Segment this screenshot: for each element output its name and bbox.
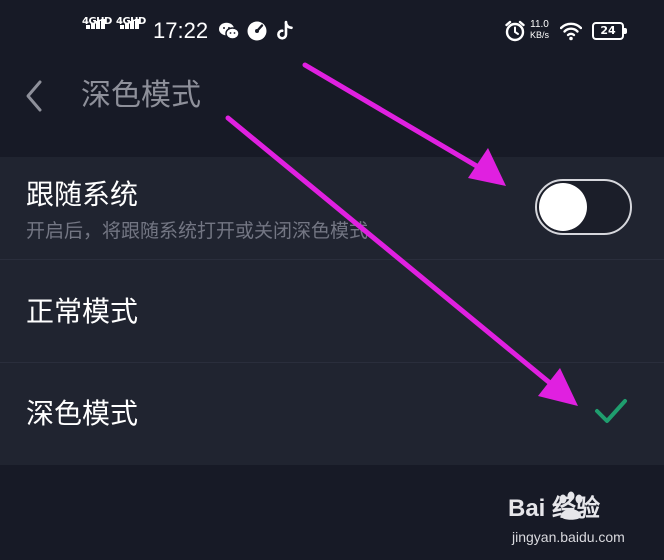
network-speed-value: 11.0 <box>530 19 549 30</box>
baidu-jingyan-watermark: Bai 经验 jingyan.baidu.com <box>508 490 658 554</box>
network-speed-unit: KB/s <box>530 30 550 40</box>
chevron-left-icon[interactable] <box>14 74 58 118</box>
follow-system-title: 跟随系统 <box>26 178 139 211</box>
page-title: 深色模式 <box>81 78 201 113</box>
watermark-url: jingyan.baidu.com <box>512 529 625 545</box>
option-label: 正常模式 <box>26 295 139 328</box>
speedometer-icon <box>247 21 267 41</box>
signal-icon: 4GHD <box>116 17 146 43</box>
title-bar: 深色模式 <box>0 62 664 132</box>
wechat-icon <box>219 22 240 40</box>
alarm-icon <box>505 20 525 42</box>
battery-level: 24 <box>600 24 616 37</box>
status-time: 17:22 <box>153 18 209 43</box>
follow-system-toggle[interactable] <box>535 179 632 235</box>
option-normal-mode[interactable]: 正常模式 <box>0 260 664 362</box>
watermark-brand: Bai 经验 <box>508 495 601 522</box>
option-dark-mode[interactable]: 深色模式 <box>0 363 664 465</box>
network-speed: 11.0 KB/s <box>530 19 549 41</box>
status-bar: 4GHD 4GHD 17:22 11.0 KB/s <box>0 0 664 62</box>
signal-icon: 4GHD <box>82 17 112 43</box>
tiktok-icon <box>277 20 293 40</box>
wifi-icon <box>560 22 582 41</box>
checkmark-icon <box>595 399 627 423</box>
option-label: 深色模式 <box>26 397 139 430</box>
toggle-knob <box>539 183 587 231</box>
follow-system-row[interactable]: 跟随系统 开启后，将跟随系统打开或关闭深色模式 <box>0 157 664 259</box>
follow-system-subtitle: 开启后，将跟随系统打开或关闭深色模式 <box>26 220 369 242</box>
battery-icon: 24 <box>592 22 627 40</box>
